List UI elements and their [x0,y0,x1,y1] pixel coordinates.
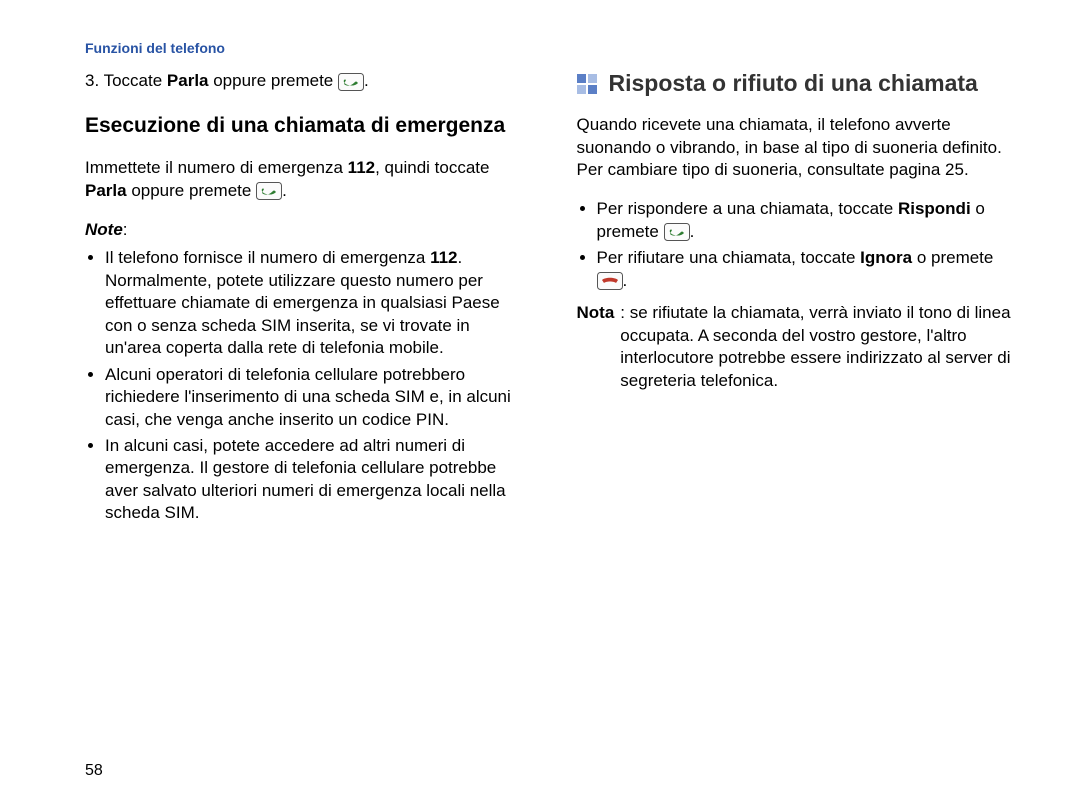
nota-label: Nota [577,302,615,392]
end-key-icon [597,272,623,290]
list-item: Alcuni operatori di telefonia cellulare … [105,364,529,431]
manual-page: Funzioni del telefono 3. Toccate Parla o… [0,0,1080,810]
bold-parla: Parla [85,181,127,200]
text: . [282,181,287,200]
step-text: . [364,71,369,90]
text: Il telefono fornisce il numero di emerge… [105,248,430,267]
nota-body: : se rifiutate la chiamata, verrà inviat… [620,302,1020,392]
text: In alcuni casi, potete accedere ad altri… [105,436,506,522]
page-number: 58 [85,762,103,780]
list-item: In alcuni casi, potete accedere ad altri… [105,435,529,525]
text: Per rispondere a una chiamata, toccate [597,199,898,218]
text: , quindi toccate [375,158,489,177]
section-squares-icon [577,74,599,96]
note-bullets: Il telefono fornisce il numero di emerge… [85,247,529,524]
call-key-icon [256,182,282,200]
call-key-icon [338,73,364,91]
bold-112: 112 [348,158,375,177]
answer-reject-heading: Risposta o rifiuto di una chiamata [609,70,978,97]
text: Per rifiutare una chiamata, toccate [597,248,861,267]
bold-rispondi: Rispondi [898,199,971,218]
ringer-paragraph: Quando ricevete una chiamata, il telefon… [577,114,1021,181]
list-item: Per rifiutare una chiamata, toccate Igno… [597,247,1021,292]
note-label: Note: [85,219,529,241]
text: Alcuni operatori di telefonia cellulare … [105,365,511,429]
emergency-heading: Esecuzione di una chiamata di emergenza [85,112,529,140]
answer-reject-bullets: Per rispondere a una chiamata, toccate R… [577,198,1021,292]
note-colon: : [123,220,128,239]
main-heading-wrap: Risposta o rifiuto di una chiamata [577,70,1021,97]
two-column-layout: 3. Toccate Parla oppure premete . Esecuz… [85,70,1020,531]
call-key-icon [664,223,690,241]
list-item: Per rispondere a una chiamata, toccate R… [597,198,1021,243]
step-line: 3. Toccate Parla oppure premete . [85,70,529,92]
list-item: Il telefono fornisce il numero di emerge… [105,247,529,359]
emergency-intro: Immettete il numero di emergenza 112, qu… [85,157,529,202]
right-column: Risposta o rifiuto di una chiamata Quand… [577,70,1021,531]
section-header: Funzioni del telefono [85,40,1020,56]
bold-parla: Parla [167,71,209,90]
bold-ignora: Ignora [860,248,912,267]
note-label-text: Note [85,220,123,239]
nota-block: Nota : se rifiutate la chiamata, verrà i… [577,302,1021,392]
left-column: 3. Toccate Parla oppure premete . Esecuz… [85,70,529,531]
text: oppure premete [127,181,256,200]
text: o premete [912,248,993,267]
text: . [690,222,695,241]
text: Immettete il numero di emergenza [85,158,348,177]
bold-112: 112 [430,248,457,267]
step-text: oppure premete [209,71,338,90]
text: . [623,271,628,290]
step-text: 3. Toccate [85,71,167,90]
